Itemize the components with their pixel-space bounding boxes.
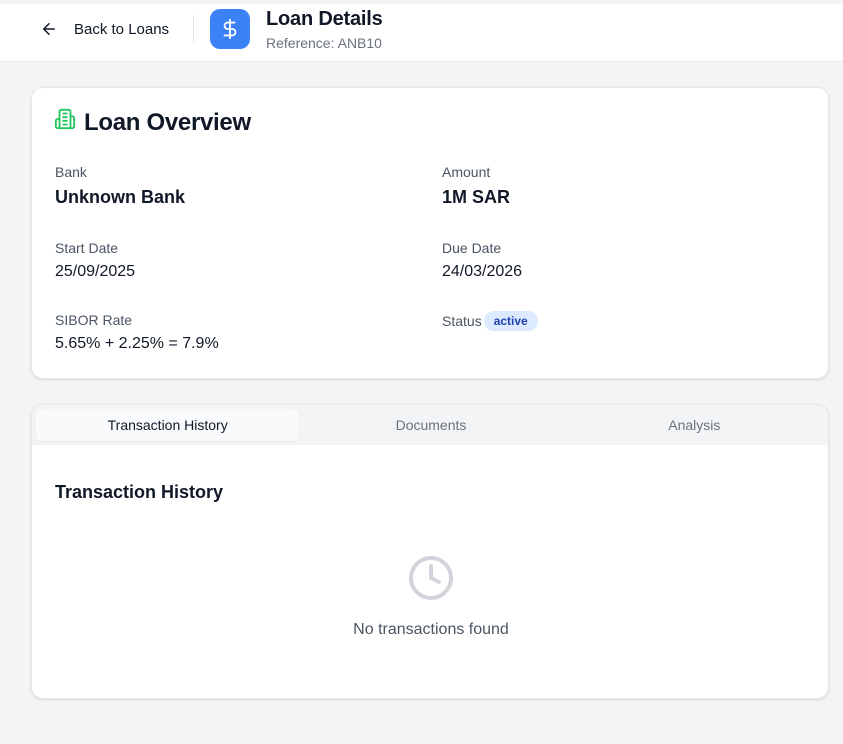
empty-state-text: No transactions found — [353, 621, 509, 638]
start-date-label: Start Date — [55, 240, 119, 256]
back-label: Back to Loans — [74, 20, 170, 38]
tab-documents[interactable]: Documents — [299, 409, 562, 441]
tab-list: Transaction History Documents Analysis — [32, 405, 828, 445]
amount-label: Amount — [442, 164, 491, 180]
loan-reference: Reference: ANB10 — [266, 35, 382, 51]
bank-value: Unknown Bank — [55, 187, 186, 207]
sibor-label: SIBOR Rate — [55, 312, 133, 328]
loan-tabs-card: Transaction History Documents Analysis T… — [31, 404, 829, 699]
status-label: Status — [442, 313, 482, 329]
overview-heading: Loan Overview — [54, 108, 251, 137]
due-date-value: 24/03/2026 — [442, 263, 523, 280]
clock-icon — [407, 554, 455, 607]
header-divider — [193, 15, 194, 43]
transaction-history-title: Transaction History — [55, 482, 224, 502]
bank-label: Bank — [55, 164, 87, 180]
building-icon — [54, 108, 76, 137]
tab-transaction-history[interactable]: Transaction History — [36, 409, 300, 441]
start-date-value: 25/09/2025 — [55, 263, 136, 280]
status-field: Status active — [442, 311, 538, 331]
page-header: Back to Loans Loan Details Reference: AN… — [0, 4, 843, 62]
sibor-value: 5.65% + 2.25% = 7.9% — [55, 335, 219, 352]
loan-overview-card: Loan Overview Bank Unknown Bank Amount 1… — [31, 87, 829, 379]
due-date-label: Due Date — [442, 240, 502, 256]
amount-value: 1M SAR — [442, 187, 511, 207]
status-badge: active — [483, 311, 538, 331]
page-title: Loan Details — [266, 8, 383, 30]
dollar-icon — [210, 9, 250, 49]
arrow-left-icon — [40, 20, 58, 38]
overview-title: Loan Overview — [84, 108, 251, 136]
tab-analysis[interactable]: Analysis — [563, 409, 826, 441]
back-to-loans-button[interactable]: Back to Loans — [40, 16, 169, 42]
